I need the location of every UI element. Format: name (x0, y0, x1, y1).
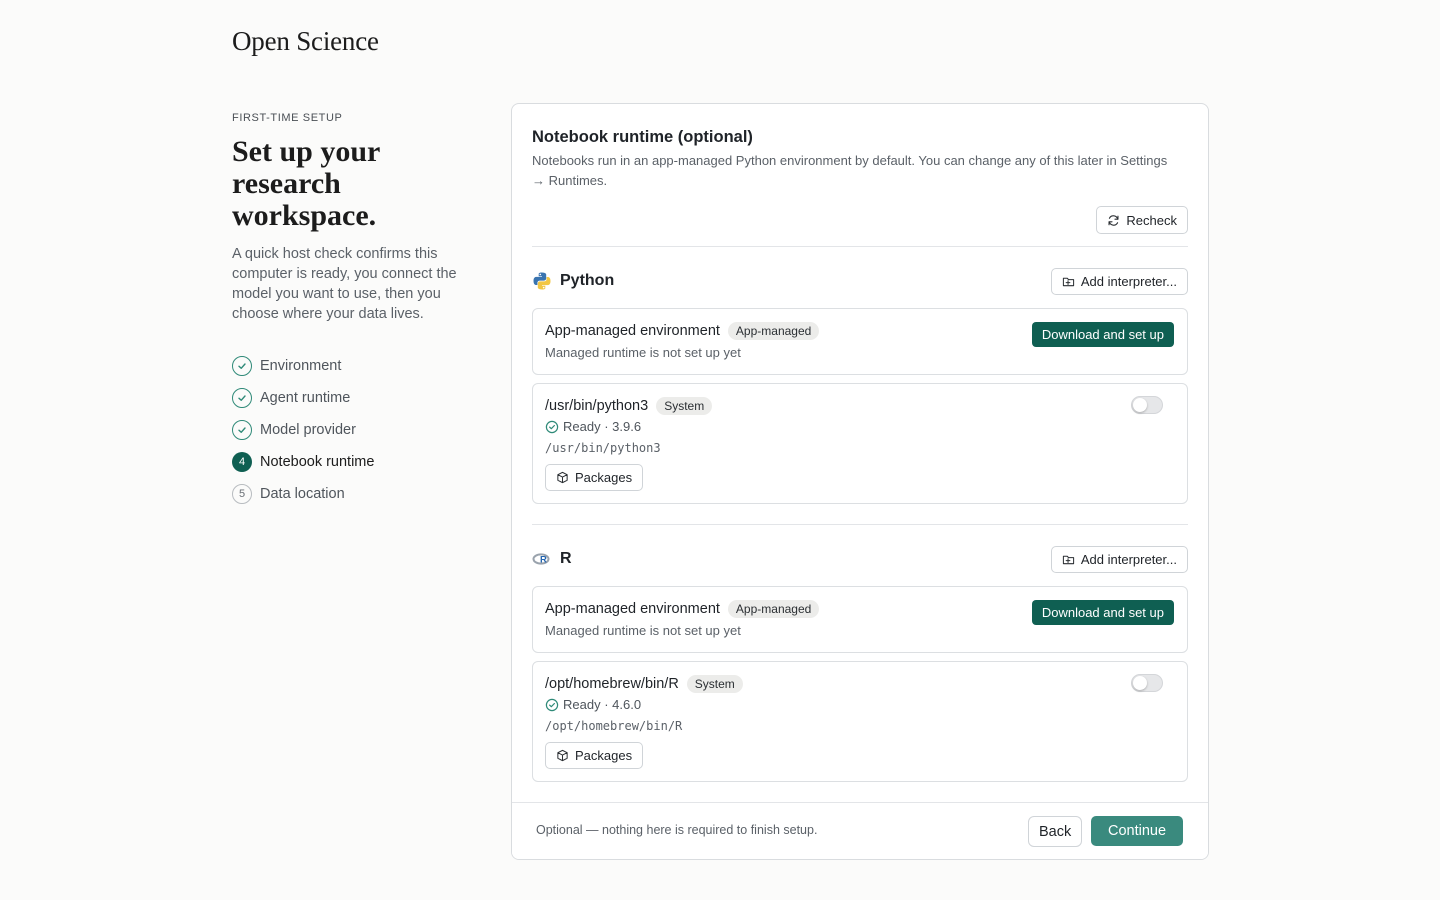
env-path: /opt/homebrew/bin/R (545, 719, 683, 733)
runtime-card: Notebook runtime (optional) Notebooks ru… (511, 103, 1209, 860)
python-system-env: /usr/bin/python3 System Ready · 3.9.6 /u… (532, 383, 1188, 504)
check-circle-icon (545, 698, 559, 711)
add-interpreter-label: Add interpreter... (1080, 551, 1177, 567)
page-title: Set up your research workspace. (232, 136, 472, 232)
python-add-interpreter-button[interactable]: Add interpreter... (1050, 267, 1188, 295)
step-number: 5 (232, 484, 252, 504)
check-icon (232, 388, 252, 408)
back-button[interactable]: Back (1028, 816, 1083, 847)
packages-label: Packages (575, 470, 633, 485)
python-section-header: Python Add interpreter... (532, 267, 1188, 295)
page-title-line: Set up your (232, 135, 381, 168)
package-icon (557, 749, 568, 762)
env-status: Ready · 4.6.0 (563, 697, 642, 712)
env-status-row: Ready · 3.9.6 (545, 419, 641, 434)
step-label: Notebook runtime (260, 454, 375, 470)
env-status: Ready · 3.9.6 (563, 419, 642, 434)
r-section-header: R R Add interpreter... (532, 545, 1188, 573)
r-system-toggle[interactable] (1131, 674, 1163, 692)
r-download-button[interactable]: Download and set up (1031, 600, 1174, 625)
env-badge: System (656, 397, 713, 415)
step-model-provider[interactable]: Model provider (232, 414, 472, 446)
check-circle-icon (545, 420, 559, 433)
brand-logo: Open Science (232, 26, 379, 56)
section-title: Python (532, 271, 614, 291)
env-badge: System (686, 675, 743, 693)
r-system-env: /opt/homebrew/bin/R System Ready · 4.6.0… (532, 661, 1188, 782)
env-title-row: App-managed environment App-managed (545, 322, 820, 340)
env-title-row: /opt/homebrew/bin/R System (545, 675, 743, 693)
python-logo-icon (532, 271, 552, 291)
env-badge: App-managed (727, 322, 820, 340)
continue-button[interactable]: Continue (1091, 816, 1183, 846)
check-icon (232, 420, 252, 440)
add-interpreter-label: Add interpreter... (1080, 273, 1177, 289)
package-icon (557, 471, 568, 484)
card-footer: Optional — nothing here is required to f… (512, 802, 1208, 859)
r-add-interpreter-button[interactable]: Add interpreter... (1050, 545, 1188, 573)
env-badge: App-managed (727, 600, 820, 618)
divider (532, 524, 1188, 525)
env-status-row: Ready · 4.6.0 (545, 697, 641, 712)
python-download-button[interactable]: Download and set up (1031, 322, 1174, 347)
env-path: /usr/bin/python3 (545, 441, 661, 455)
env-subtitle: Managed runtime is not set up yet (545, 623, 741, 638)
divider (532, 246, 1188, 247)
env-title: App-managed environment (545, 601, 720, 617)
folder-plus-icon (1062, 555, 1074, 564)
r-managed-env: App-managed environment App-managed Mana… (532, 586, 1188, 653)
python-system-toggle[interactable] (1131, 396, 1163, 414)
r-logo-icon: R (532, 549, 552, 569)
step-agent-runtime[interactable]: Agent runtime (232, 382, 472, 414)
r-packages-button[interactable]: Packages (545, 742, 644, 769)
page-title-line: research (232, 167, 341, 200)
page-title-line: workspace. (232, 199, 377, 232)
r-section-title: R (560, 550, 572, 567)
step-data-location[interactable]: 5 Data location (232, 478, 472, 510)
footer-note: Optional — nothing here is required to f… (536, 823, 818, 837)
eyebrow-label: FIRST-TIME SETUP (232, 112, 343, 124)
python-packages-button[interactable]: Packages (545, 464, 644, 491)
env-title-row: /usr/bin/python3 System (545, 397, 713, 415)
recheck-label: Recheck (1126, 212, 1177, 228)
step-label: Model provider (260, 422, 356, 438)
step-number: 4 (232, 452, 252, 472)
env-title: /opt/homebrew/bin/R (545, 676, 679, 692)
packages-label: Packages (575, 748, 633, 763)
folder-plus-icon (1062, 277, 1074, 286)
python-managed-env: App-managed environment App-managed Mana… (532, 308, 1188, 375)
env-title-row: App-managed environment App-managed (545, 600, 820, 618)
step-label: Data location (260, 486, 345, 502)
section-title: R R (532, 549, 572, 569)
step-notebook-runtime[interactable]: 4 Notebook runtime (232, 446, 472, 478)
env-title: /usr/bin/python3 (545, 398, 649, 414)
env-subtitle: Managed runtime is not set up yet (545, 345, 741, 360)
refresh-icon (1108, 214, 1119, 226)
card-description: Notebooks run in an app-managed Python e… (532, 153, 1168, 188)
intro-text: A quick host check confirms this compute… (232, 246, 457, 322)
card-title: Notebook runtime (optional) (532, 128, 753, 146)
svg-text:R: R (540, 555, 547, 566)
recheck-button[interactable]: Recheck (1096, 206, 1188, 234)
python-section-title: Python (560, 272, 615, 289)
step-list: Environment Agent runtime Model provider… (232, 350, 472, 510)
step-label: Agent runtime (260, 390, 351, 406)
step-label: Environment (260, 358, 342, 374)
setup-sidebar: FIRST-TIME SETUP Set up your research wo… (232, 112, 472, 510)
env-title: App-managed environment (545, 323, 720, 339)
check-icon (232, 356, 252, 376)
step-environment[interactable]: Environment (232, 350, 472, 382)
